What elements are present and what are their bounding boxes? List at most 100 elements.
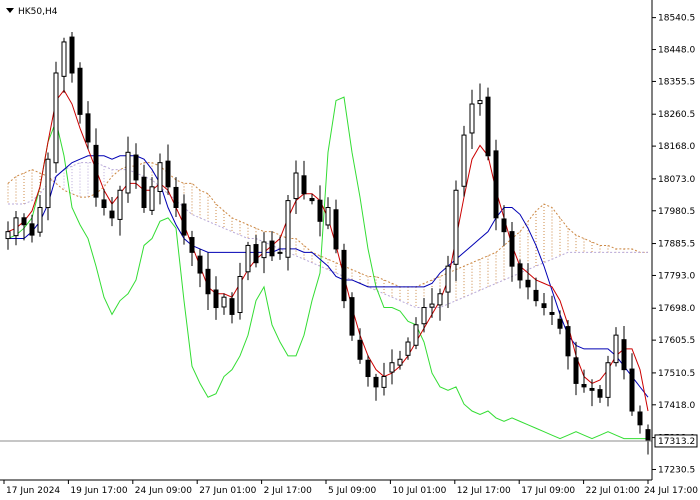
- candle-body: [493, 150, 499, 219]
- price-tick-label: 17418.0: [658, 401, 695, 411]
- time-tick-label: 17 Jun 2024: [6, 486, 60, 496]
- candle: [117, 185, 123, 236]
- candle: [373, 373, 379, 401]
- price-tick-label: 17605.5: [658, 336, 695, 346]
- candle-body: [645, 429, 651, 442]
- price-tick-label: 18168.0: [658, 142, 695, 152]
- candle: [213, 276, 219, 320]
- price-tick-label: 17885.5: [658, 240, 695, 250]
- candle: [469, 89, 475, 150]
- candle: [269, 231, 275, 261]
- candle-body: [509, 231, 515, 267]
- candle-body: [573, 357, 579, 384]
- candle: [293, 160, 299, 215]
- time-tick-label: 24 Jul 17:00: [644, 486, 698, 496]
- time-tick-label: 5 Jul 09:00: [328, 486, 377, 496]
- candlesticks: [5, 31, 651, 455]
- candle: [325, 197, 331, 230]
- candle-body: [565, 326, 571, 357]
- candle-body: [245, 244, 251, 273]
- candle-body: [421, 307, 427, 325]
- candle-body: [453, 189, 459, 265]
- price-axis-ticks: 18540.5 18448.0 18355.5 18260.5 18168.0 18073…: [652, 14, 695, 475]
- candle-body: [181, 203, 187, 236]
- ichimoku-cloud: [7, 162, 648, 309]
- candle-body: [261, 241, 267, 259]
- triangle-down-icon[interactable]: [6, 8, 14, 13]
- candle: [317, 185, 323, 237]
- candle-body: [117, 189, 123, 220]
- price-tick-label: 18448.0: [658, 46, 695, 56]
- candle-body: [469, 103, 475, 134]
- candle-body: [541, 303, 547, 309]
- candle-body: [101, 199, 107, 209]
- price-tick-label: 18355.5: [658, 77, 695, 87]
- candle: [165, 144, 171, 195]
- candle-body: [269, 240, 275, 257]
- candle-body: [221, 296, 227, 308]
- time-axis-ticks: 17 Jun 2024 19 Jun 17:00 24 Jun 09:00 27 Ju…: [3, 480, 698, 496]
- candle: [133, 143, 139, 189]
- candle-body: [5, 231, 11, 240]
- candle: [333, 199, 339, 254]
- time-tick-label: 24 Jun 09:00: [135, 486, 192, 496]
- candle-body: [213, 289, 219, 309]
- candle-body: [205, 268, 211, 295]
- candle: [413, 317, 419, 350]
- candle: [349, 292, 355, 341]
- candle: [493, 139, 499, 231]
- chart-window[interactable]: 18540.5 18448.0 18355.5 18260.5 18168.0 18073…: [0, 0, 700, 500]
- chart-title[interactable]: HK50,H4: [6, 7, 58, 17]
- candle: [77, 62, 83, 124]
- candle-body: [589, 387, 595, 391]
- candle-body: [341, 249, 347, 302]
- candle-body: [293, 172, 299, 200]
- candle-body: [157, 162, 163, 192]
- candle-body: [237, 275, 243, 314]
- candle-body: [125, 151, 131, 194]
- time-tick-label: 17 Jul 09:00: [521, 486, 575, 496]
- candle: [197, 248, 203, 288]
- price-tick-label: 17698.0: [658, 304, 695, 314]
- candle-body: [285, 200, 291, 258]
- candle: [445, 255, 451, 309]
- candle-body: [53, 72, 59, 164]
- candle: [93, 128, 99, 207]
- candle-body: [77, 67, 83, 115]
- candle: [517, 259, 523, 289]
- candle: [557, 310, 563, 335]
- candle: [645, 424, 651, 455]
- candle: [453, 180, 459, 282]
- candle: [461, 125, 467, 197]
- candle-body: [229, 298, 235, 315]
- candle: [549, 295, 555, 325]
- symbol-title: HK50,H4: [18, 7, 58, 17]
- candle-body: [333, 209, 339, 250]
- candle-body: [629, 368, 635, 412]
- time-tick-label: 27 Jun 01:00: [199, 486, 256, 496]
- candle-body: [397, 358, 403, 366]
- candle: [629, 353, 635, 416]
- candle: [637, 405, 643, 434]
- time-tick-label: 10 Jul 01:00: [392, 486, 446, 496]
- price-tick-label: 18260.5: [658, 110, 695, 120]
- candle: [301, 160, 307, 200]
- time-tick-label: 2 Jul 17:00: [264, 486, 313, 496]
- candle-body: [165, 160, 171, 188]
- candle: [125, 136, 131, 203]
- candle-body: [581, 384, 587, 388]
- candle: [357, 328, 363, 364]
- candle-body: [389, 362, 395, 373]
- candle-body: [133, 154, 139, 181]
- candle: [541, 293, 547, 316]
- candle-body: [61, 41, 67, 77]
- price-tick-label: 17793.0: [658, 271, 695, 281]
- candle-body: [309, 197, 315, 202]
- candle-body: [301, 175, 307, 195]
- candle: [189, 230, 195, 267]
- candle: [253, 235, 259, 268]
- candle: [205, 252, 211, 310]
- axes: [0, 0, 653, 481]
- candle-body: [461, 134, 467, 187]
- price-chart[interactable]: 18540.5 18448.0 18355.5 18260.5 18168.0 18073…: [0, 0, 700, 500]
